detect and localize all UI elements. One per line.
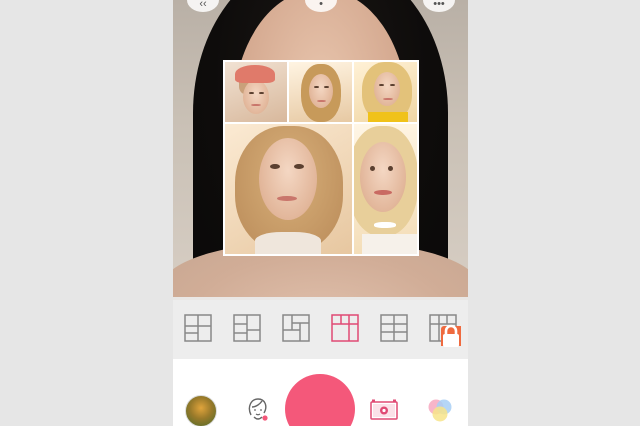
layout-grid-4-icon: [331, 314, 359, 342]
collage-frame[interactable]: [223, 60, 419, 256]
layout-grid-1-icon: [183, 314, 212, 342]
camera-mode-icon[interactable]: [370, 399, 398, 421]
collage-photo-1[interactable]: [225, 62, 287, 122]
camera-preview: ‹‹ • •••: [173, 0, 468, 300]
back-icon[interactable]: ‹‹: [187, 0, 219, 12]
collage-photo-4[interactable]: [225, 124, 352, 254]
collage-photo-3[interactable]: [354, 62, 417, 122]
gallery-thumbnail[interactable]: [185, 395, 217, 426]
beauty-face-icon[interactable]: [243, 395, 271, 423]
layout-grid-2[interactable]: [232, 314, 261, 342]
more-icon[interactable]: •••: [423, 0, 455, 12]
layout-grid-1[interactable]: [183, 314, 212, 342]
filter-icon[interactable]: [426, 396, 454, 424]
layout-strip: [173, 297, 468, 359]
layout-grid-5[interactable]: [380, 314, 408, 342]
phone-screen: ‹‹ • •••: [173, 0, 468, 426]
layout-grid-5-icon: [380, 314, 408, 342]
lock-icon: [441, 324, 462, 347]
bottom-toolbar: [173, 359, 468, 426]
layout-grid-3-icon: [282, 314, 310, 342]
shutter-button[interactable]: [285, 374, 355, 426]
layout-grid-3[interactable]: [282, 314, 310, 342]
layout-grid-4[interactable]: [331, 314, 359, 342]
collage-photo-2[interactable]: [289, 62, 352, 122]
layout-grid-6[interactable]: [429, 314, 462, 347]
layout-grid-2-icon: [232, 314, 261, 342]
collage-photo-5[interactable]: [354, 124, 417, 254]
